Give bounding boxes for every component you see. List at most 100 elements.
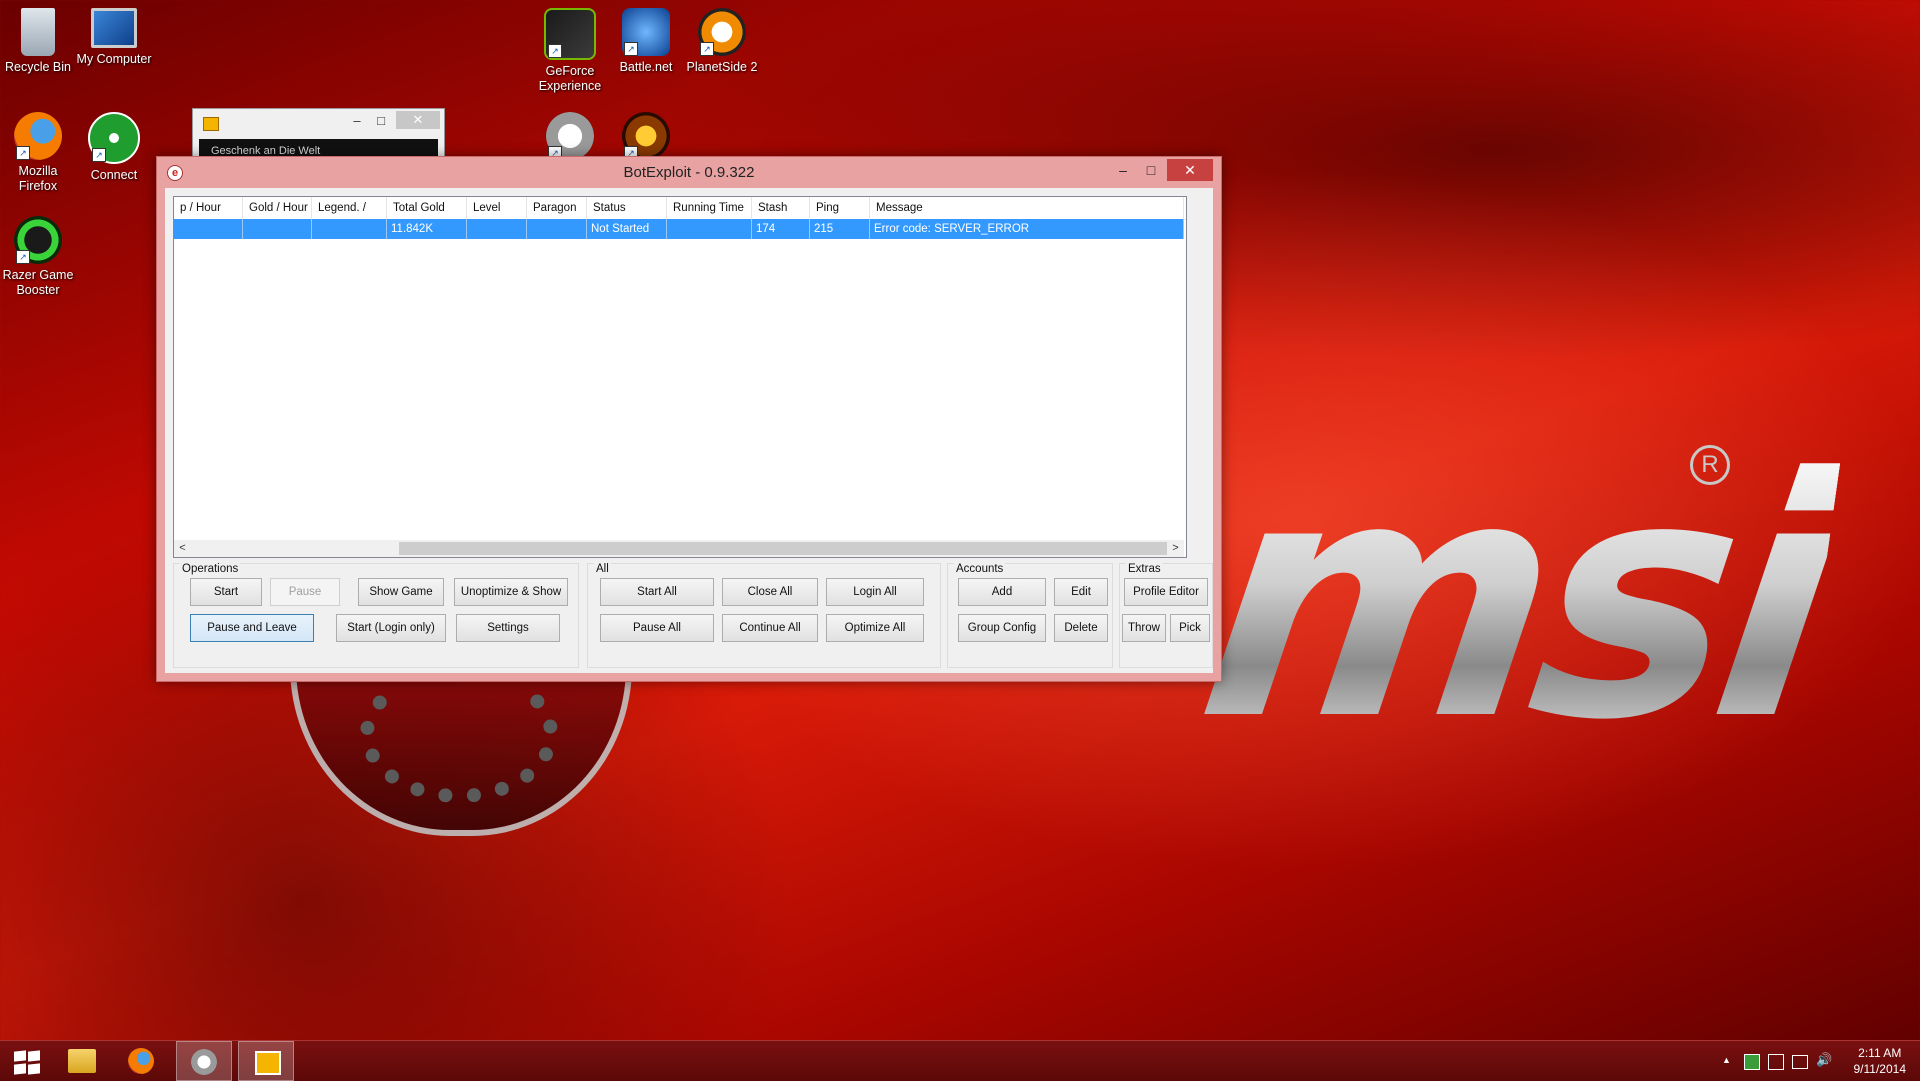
cell-level xyxy=(467,219,527,239)
list-header: p / Hour Gold / Hour Legend. / Total Gol… xyxy=(174,197,1186,220)
desktop-icon-connect[interactable]: ↗ Connect xyxy=(74,112,154,183)
cell-paragon xyxy=(527,219,587,239)
add-account-button[interactable]: Add xyxy=(958,578,1046,606)
optimize-all-button[interactable]: Optimize All xyxy=(826,614,924,642)
taskbar-clock[interactable]: 2:11 AM 9/11/2014 xyxy=(1854,1045,1907,1077)
media-close-button[interactable]: ✕ xyxy=(396,111,440,129)
settings-button[interactable]: Settings xyxy=(456,614,560,642)
media-player-icon xyxy=(255,1051,281,1075)
folder-icon xyxy=(68,1049,96,1073)
continue-all-button[interactable]: Continue All xyxy=(722,614,818,642)
column-header-level[interactable]: Level xyxy=(467,197,527,219)
all-group: All Start All Close All Login All Pause … xyxy=(587,563,941,668)
accounts-group: Accounts Add Edit Group Config Delete xyxy=(947,563,1113,668)
media-track-title: Geschenk an Die Welt xyxy=(199,139,438,157)
clock-time: 2:11 AM xyxy=(1858,1046,1902,1060)
scroll-thumb[interactable] xyxy=(399,542,1167,555)
throw-button[interactable]: Throw xyxy=(1122,614,1166,642)
column-header-gold-hour[interactable]: Gold / Hour xyxy=(243,197,312,219)
close-button[interactable]: ✕ xyxy=(1167,159,1213,181)
desktop-icon-battle-net[interactable]: ↗ Battle.net xyxy=(606,8,686,75)
scroll-left-arrow-icon[interactable]: < xyxy=(174,540,191,557)
desktop-icon-planetside-2[interactable]: ↗ PlanetSide 2 xyxy=(682,8,762,75)
wallpaper-gear xyxy=(360,665,558,803)
profile-editor-button[interactable]: Profile Editor xyxy=(1124,578,1208,606)
window-title: BotExploit - 0.9.322 xyxy=(623,164,755,181)
computer-icon xyxy=(91,8,137,48)
all-label: All xyxy=(594,563,611,575)
cell-stash: 174 xyxy=(752,219,810,239)
tray-app-icon[interactable] xyxy=(1744,1054,1760,1070)
delete-account-button[interactable]: Delete xyxy=(1054,614,1108,642)
media-titlebar[interactable]: – □ ✕ xyxy=(193,109,444,137)
column-header-status[interactable]: Status xyxy=(587,197,667,219)
column-header-paragon[interactable]: Paragon xyxy=(527,197,587,219)
column-header-legendary[interactable]: Legend. / xyxy=(312,197,387,219)
pick-button[interactable]: Pick xyxy=(1170,614,1210,642)
horizontal-scrollbar[interactable]: < > xyxy=(174,540,1184,557)
tray-overflow-icon[interactable]: ▲ xyxy=(1722,1055,1731,1065)
taskbar-firefox[interactable] xyxy=(114,1041,170,1081)
column-header-running-time[interactable]: Running Time xyxy=(667,197,752,219)
cell-ping: 215 xyxy=(810,219,870,239)
close-all-button[interactable]: Close All xyxy=(722,578,818,606)
column-header-xp-hour[interactable]: p / Hour xyxy=(174,197,243,219)
start-all-button[interactable]: Start All xyxy=(600,578,714,606)
window-titlebar[interactable]: e BotExploit - 0.9.322 – □ ✕ xyxy=(157,157,1221,187)
wallpaper-msi-logo: msi xyxy=(1183,408,1849,792)
edit-account-button[interactable]: Edit xyxy=(1054,578,1108,606)
firefox-icon xyxy=(128,1048,154,1074)
windows-logo-icon xyxy=(14,1050,42,1075)
show-game-button[interactable]: Show Game xyxy=(358,578,444,606)
start-button[interactable]: Start xyxy=(190,578,262,606)
column-header-ping[interactable]: Ping xyxy=(810,197,870,219)
tray-network-icon[interactable] xyxy=(1768,1054,1784,1070)
maximize-button[interactable]: □ xyxy=(1137,159,1165,181)
window-client-area: p / Hour Gold / Hour Legend. / Total Gol… xyxy=(165,188,1213,673)
razer-icon: ↗ xyxy=(14,216,62,264)
table-row[interactable]: 11.842K Not Started 174 215 Error code: … xyxy=(174,219,1184,239)
desktop-icon-geforce-experience[interactable]: ↗ GeForce Experience xyxy=(530,8,610,94)
column-header-stash[interactable]: Stash xyxy=(752,197,810,219)
desktop-icon-label: Battle.net xyxy=(619,60,673,74)
taskbar-file-explorer[interactable] xyxy=(54,1041,110,1081)
desktop-icon-firefox[interactable]: ↗ Mozilla Firefox xyxy=(0,112,78,194)
desktop-icon-label: My Computer xyxy=(76,52,152,66)
media-maximize-button[interactable]: □ xyxy=(368,113,394,128)
clock-date: 9/11/2014 xyxy=(1853,1062,1907,1076)
scroll-right-arrow-icon[interactable]: > xyxy=(1167,540,1184,557)
pause-button[interactable]: Pause xyxy=(270,578,340,606)
desktop-icon-razer-game-booster[interactable]: ↗ Razer Game Booster xyxy=(0,216,78,298)
login-all-button[interactable]: Login All xyxy=(826,578,924,606)
desktop-icon-label: PlanetSide 2 xyxy=(686,60,758,74)
desktop-icon-label: GeForce Experience xyxy=(538,64,602,93)
tray-display-icon[interactable] xyxy=(1792,1055,1808,1069)
minimize-button[interactable]: – xyxy=(1109,159,1137,181)
pause-and-leave-button[interactable]: Pause and Leave xyxy=(190,614,314,642)
planetside-icon: ↗ xyxy=(698,8,746,56)
volume-icon[interactable]: 🔊 xyxy=(1816,1052,1832,1068)
desktop-icon-label: Connect xyxy=(90,168,138,182)
cell-total-gold: 11.842K xyxy=(387,219,467,239)
firefox-icon: ↗ xyxy=(14,112,62,160)
media-minimize-button[interactable]: – xyxy=(344,113,370,128)
column-header-message[interactable]: Message xyxy=(870,197,1184,219)
start-login-only-button[interactable]: Start (Login only) xyxy=(336,614,446,642)
column-header-total-gold[interactable]: Total Gold xyxy=(387,197,467,219)
unoptimize-show-button[interactable]: Unoptimize & Show xyxy=(454,578,568,606)
desktop-icon-recycle-bin[interactable]: Recycle Bin xyxy=(0,8,78,75)
wifi-connect-icon: ↗ xyxy=(88,112,140,164)
cell-xp-hour xyxy=(174,219,243,239)
botexploit-window[interactable]: e BotExploit - 0.9.322 – □ ✕ p / Hour Go… xyxy=(156,156,1222,682)
pause-all-button[interactable]: Pause All xyxy=(600,614,714,642)
geforce-icon: ↗ xyxy=(544,8,596,60)
group-config-button[interactable]: Group Config xyxy=(958,614,1046,642)
desktop-icon-my-computer[interactable]: My Computer xyxy=(74,8,154,67)
start-button[interactable] xyxy=(0,1041,56,1081)
taskbar-botexploit[interactable] xyxy=(176,1041,232,1081)
media-mini-window[interactable]: – □ ✕ Geschenk an Die Welt xyxy=(192,108,445,160)
cell-message: Error code: SERVER_ERROR xyxy=(870,219,1184,239)
taskbar-media-player[interactable] xyxy=(238,1041,294,1081)
bot-list-view[interactable]: p / Hour Gold / Hour Legend. / Total Gol… xyxy=(173,196,1187,558)
cell-status: Not Started xyxy=(587,219,667,239)
